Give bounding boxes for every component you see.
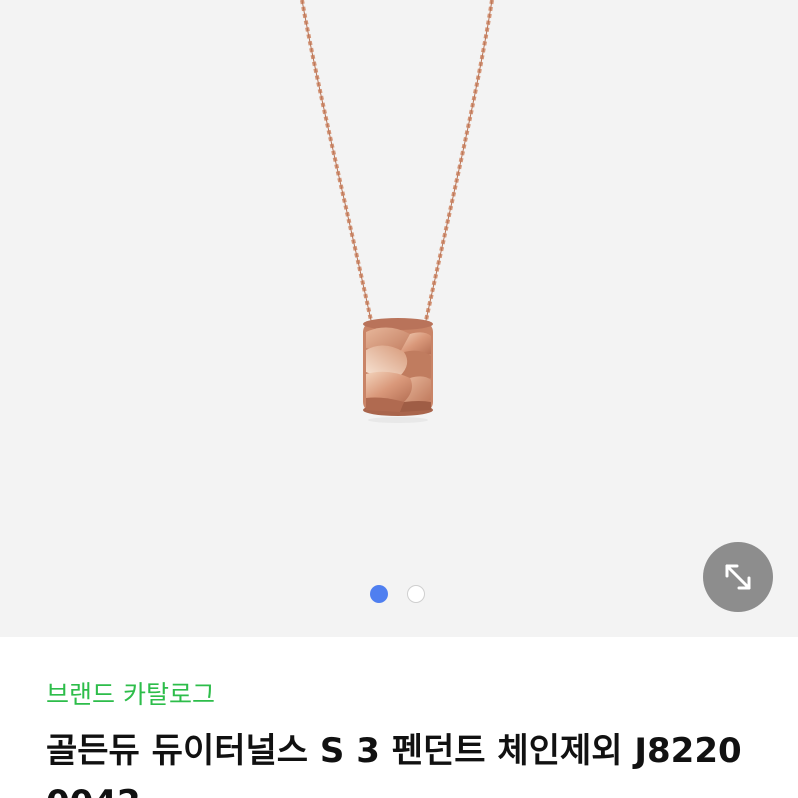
carousel-dot-1[interactable] [370, 585, 388, 603]
product-title: 골든듀 듀이터널스 S 3 펜던트 체인제외 J8220 0042 [46, 731, 742, 798]
product-image [300, 0, 494, 423]
carousel-indicator [370, 585, 428, 607]
brand-catalog-link[interactable]: 브랜드 카탈로그 [46, 679, 215, 711]
product-detail-page: 브랜드 카탈로그 골든듀 듀이터널스 S 3 펜던트 체인제외 J8220 00… [0, 0, 798, 798]
product-info: 브랜드 카탈로그 골든듀 듀이터널스 S 3 펜던트 체인제외 J8220 00… [0, 637, 798, 798]
product-image-carousel[interactable] [0, 0, 798, 637]
carousel-dot-2[interactable] [407, 585, 425, 603]
expand-arrows-icon [725, 564, 751, 590]
expand-image-button[interactable] [703, 542, 773, 612]
